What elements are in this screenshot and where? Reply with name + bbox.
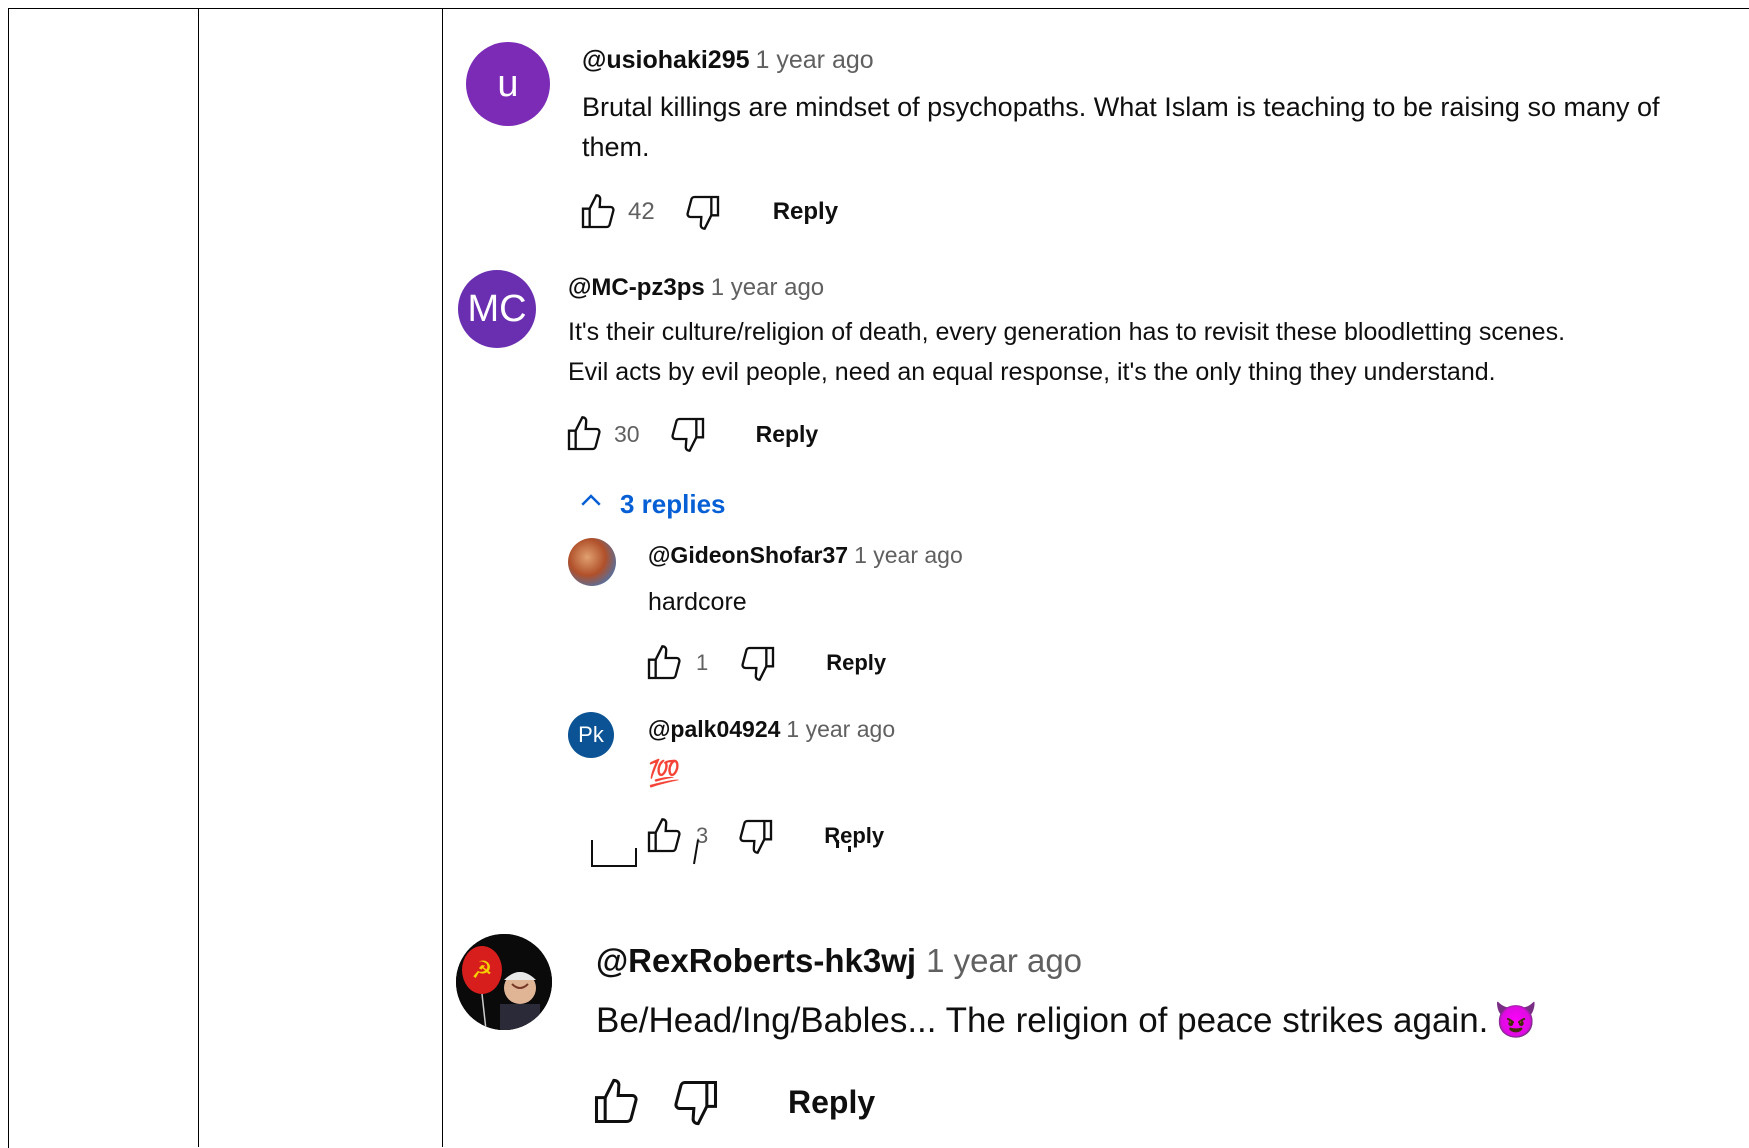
- avatar[interactable]: [568, 538, 616, 586]
- avatar-image: ☭: [456, 934, 552, 1030]
- comment-text: 💯: [648, 758, 681, 788]
- avatar-initials: Pk: [578, 722, 604, 747]
- comment-author[interactable]: @palk04924: [648, 716, 780, 742]
- thumbs-down-icon[interactable]: [683, 192, 723, 232]
- comment-text: Be/Head/Ing/Bables... The religion of pe…: [596, 1000, 1538, 1041]
- comment-timestamp[interactable]: 1 year ago: [926, 942, 1082, 979]
- comment-text-line: Evil acts by evil people, need an equal …: [568, 358, 1496, 386]
- thumbs-up-icon[interactable]: [578, 192, 618, 232]
- comment-author[interactable]: @GideonShofar37: [648, 542, 848, 568]
- replies-count-label: 3 replies: [620, 489, 726, 519]
- reply-button[interactable]: Reply: [788, 1084, 875, 1121]
- table-column-divider: [198, 8, 199, 1147]
- comment-timestamp[interactable]: 1 year ago: [711, 274, 824, 301]
- comment-timestamp[interactable]: 1 year ago: [854, 542, 963, 568]
- comment-actions: Reply: [590, 1076, 875, 1128]
- avatar-initials: MC: [467, 287, 527, 330]
- comment-actions: 30 Reply: [564, 414, 818, 454]
- comment-actions: 1 Reply: [644, 643, 886, 683]
- chevron-up-icon: [576, 486, 606, 523]
- thumbs-up-icon[interactable]: [564, 414, 604, 454]
- comment-header: @GideonShofar37 1 year ago: [648, 542, 963, 569]
- avatar[interactable]: u: [466, 42, 550, 126]
- comment-text-line: Brutal killings are mindset of psychopat…: [582, 92, 1660, 122]
- comment-text-line: them.: [582, 132, 650, 162]
- avatar[interactable]: ☭: [456, 934, 552, 1030]
- avatar[interactable]: Pk: [568, 712, 614, 758]
- thumbs-down-icon[interactable]: [738, 643, 778, 683]
- comment-header: @palk04924 1 year ago: [648, 716, 895, 743]
- clipped-action-row: [590, 840, 890, 870]
- smiling-devil-emoji-icon: 😈: [1494, 1001, 1538, 1040]
- comment-author[interactable]: @usiohaki295: [582, 46, 750, 74]
- thumbs-down-icon[interactable]: [670, 1076, 722, 1128]
- comment-header: @RexRoberts-hk3wj 1 year ago: [596, 942, 1082, 980]
- table-column-divider: [442, 8, 443, 1147]
- avatar-initials: u: [497, 62, 519, 105]
- reply-button[interactable]: Reply: [826, 650, 886, 676]
- comment-timestamp[interactable]: 1 year ago: [756, 46, 874, 74]
- reply-button[interactable]: Reply: [773, 198, 838, 226]
- like-count: 1: [696, 650, 709, 675]
- thumbs-up-icon[interactable]: [590, 1076, 642, 1128]
- svg-text:☭: ☭: [471, 956, 493, 984]
- comment-text: hardcore: [648, 588, 747, 616]
- replies-toggle-button[interactable]: 3 replies: [576, 486, 726, 523]
- avatar[interactable]: MC: [458, 270, 536, 348]
- comment-author[interactable]: @MC-pz3ps: [568, 274, 705, 301]
- comment-header: @usiohaki295 1 year ago: [582, 46, 874, 75]
- comment-text-line: It's their culture/religion of death, ev…: [568, 318, 1566, 346]
- comment-author[interactable]: @RexRoberts-hk3wj: [596, 942, 916, 979]
- comment-timestamp[interactable]: 1 year ago: [786, 716, 895, 742]
- comment-text-content: Be/Head/Ing/Bables... The religion of pe…: [596, 1001, 1489, 1040]
- like-count: 42: [628, 198, 655, 225]
- comment-header: @MC-pz3ps 1 year ago: [568, 274, 824, 302]
- thumbs-up-icon[interactable]: [644, 643, 684, 683]
- reply-button[interactable]: Reply: [756, 421, 819, 448]
- like-count: 30: [614, 420, 640, 447]
- thumbs-down-icon[interactable]: [668, 414, 708, 454]
- comment-actions: 42 Reply: [578, 192, 838, 232]
